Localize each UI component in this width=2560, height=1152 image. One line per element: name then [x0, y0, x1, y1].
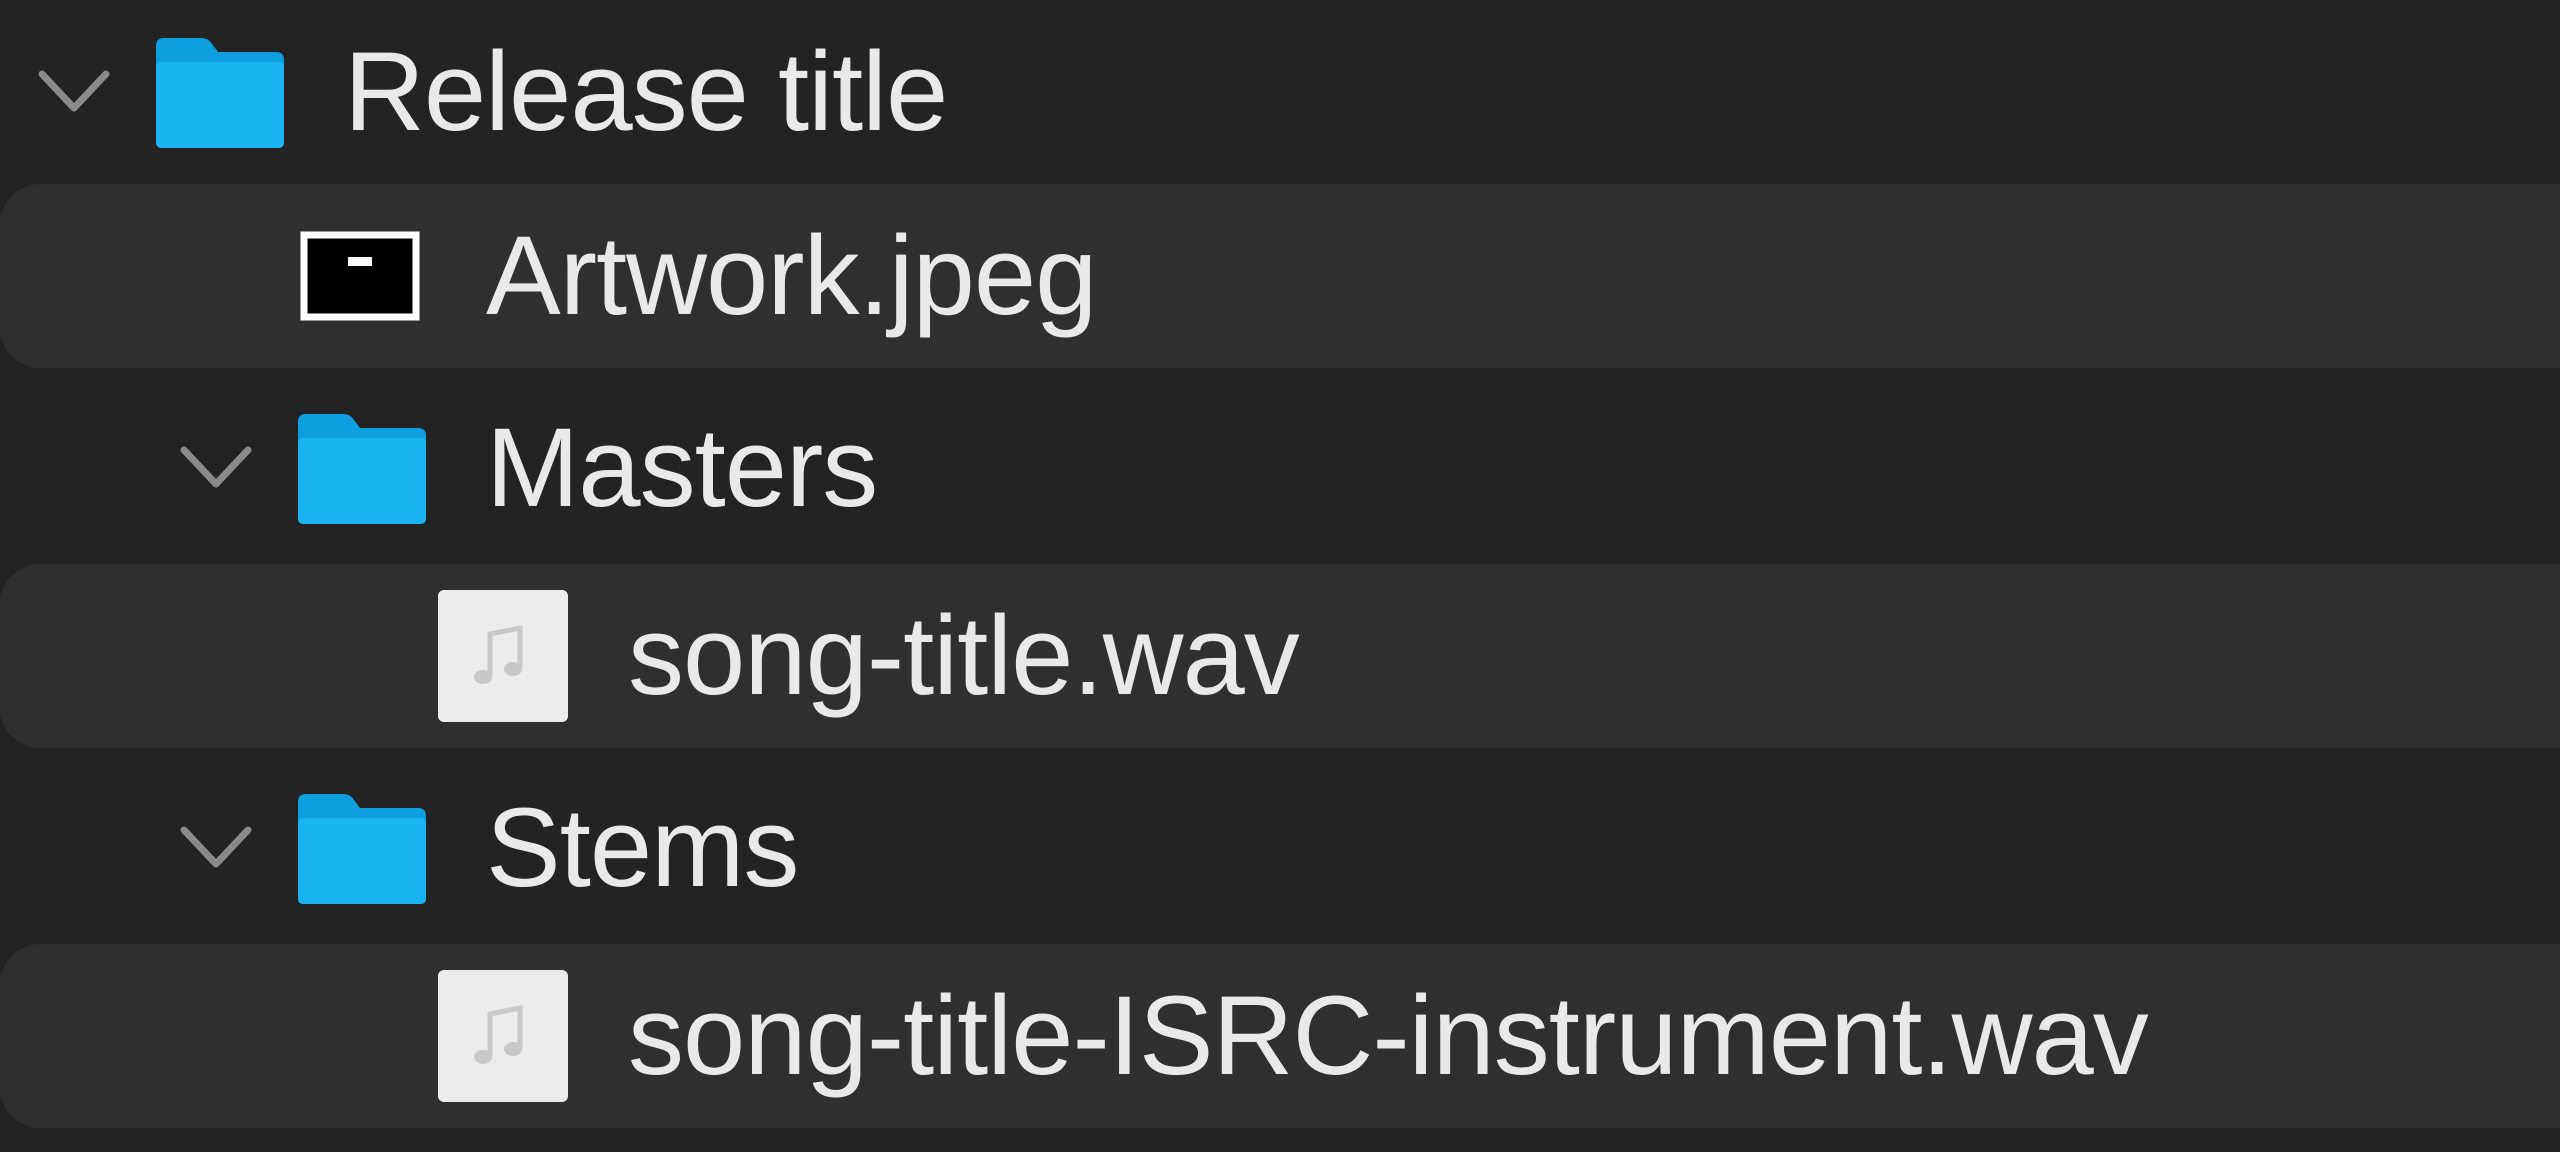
tree-item-label: Artwork.jpeg — [486, 213, 1097, 338]
tree-row-release-title[interactable]: Release title — [0, 0, 2560, 184]
tree-row-artwork[interactable]: Artwork.jpeg — [0, 184, 2560, 368]
tree-item-label: Release title — [344, 29, 948, 154]
tree-row-stems[interactable]: Stems — [0, 756, 2560, 940]
image-file-icon — [300, 231, 420, 321]
folder-icon — [298, 414, 426, 524]
file-tree: Release title Artwork.jpeg Masters song-… — [0, 0, 2560, 1152]
tree-row-song-title-isrc-instrument-wav[interactable]: song-title-ISRC-instrument.wav — [0, 944, 2560, 1128]
tree-item-label: Stems — [486, 785, 799, 910]
tree-row-masters[interactable]: Masters — [0, 376, 2560, 560]
tree-item-label: song-title.wav — [628, 593, 1300, 718]
tree-row-song-title-wav[interactable]: song-title.wav — [0, 564, 2560, 748]
chevron-down-icon[interactable] — [176, 820, 256, 876]
folder-icon — [156, 38, 284, 148]
folder-icon — [298, 794, 426, 904]
chevron-down-icon[interactable] — [176, 440, 256, 496]
tree-item-label: song-title-ISRC-instrument.wav — [628, 973, 2149, 1098]
audio-file-icon — [438, 970, 568, 1102]
tree-item-label: Masters — [486, 405, 878, 530]
chevron-down-icon[interactable] — [34, 64, 114, 120]
audio-file-icon — [438, 590, 568, 722]
